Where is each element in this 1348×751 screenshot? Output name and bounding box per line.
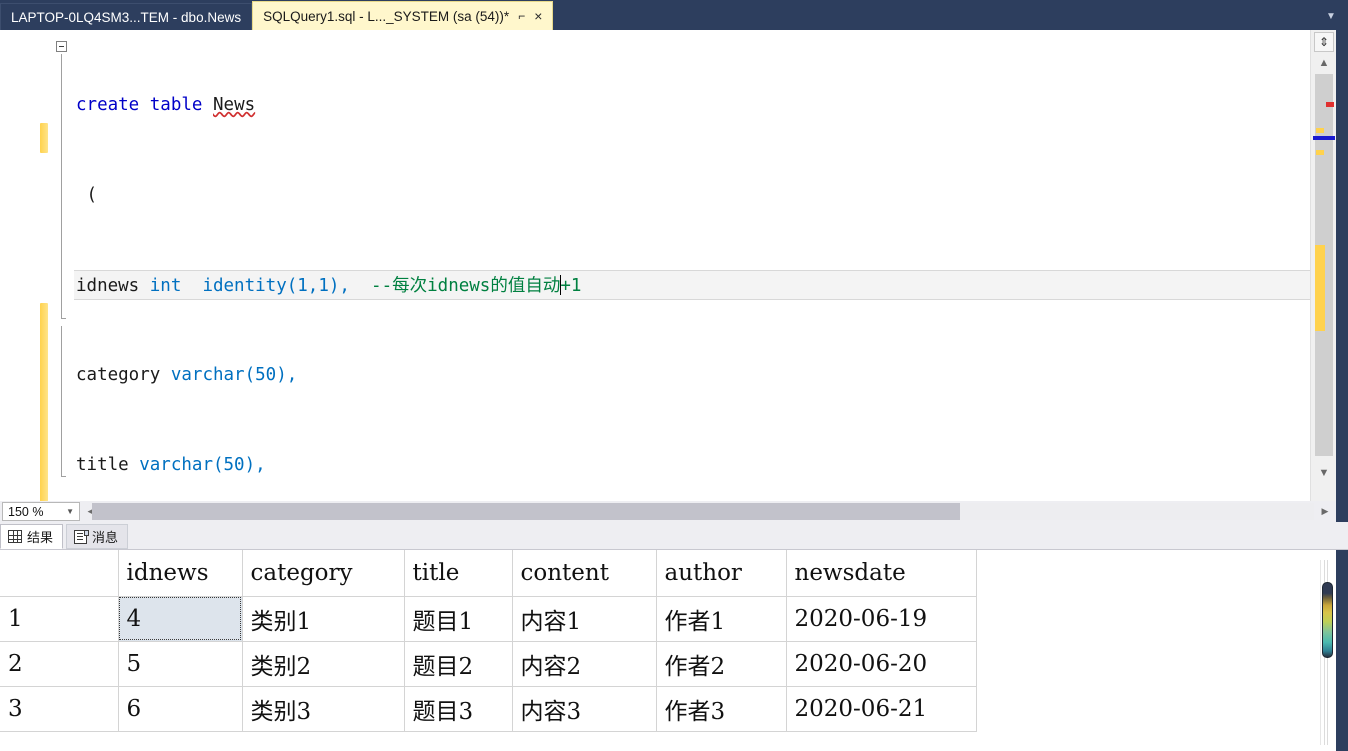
token-comment: --每次idnews的值自动 [371,276,561,296]
outline-foot [61,476,66,477]
tab-messages[interactable]: 消息 [66,524,129,549]
results-table: idnews category title content author new… [0,550,977,732]
token-table-name: News [213,95,256,115]
chevron-down-icon[interactable]: ▼ [1314,3,1348,30]
column-header-author[interactable]: author [656,550,787,597]
results-scroll-thumb[interactable] [1322,582,1333,658]
tab-label: SQLQuery1.sql - L..._SYSTEM (sa (54))* [263,8,510,24]
cell-author[interactable]: 作者3 [656,686,787,732]
pin-icon[interactable]: ⌐ [518,10,525,22]
cell-author[interactable]: 作者1 [656,596,787,642]
code-line-current[interactable]: idnews int identity(1,1), --每次idnews的值自动… [74,270,1312,300]
code-line[interactable]: create table News [74,90,1322,120]
token-idnews: idnews [76,276,140,296]
cell-idnews[interactable]: 6 [118,686,243,732]
editor-vertical-scrollbar[interactable]: ⇕ ▲ ▼ [1310,30,1336,501]
outline-foot [61,318,66,319]
grid-icon [8,530,22,543]
column-header-idnews[interactable]: idnews [118,550,243,597]
indicator-margin [0,30,38,501]
row-number[interactable]: 1 [0,596,119,642]
tab-label: 消息 [92,530,119,545]
cell-idnews[interactable]: 5 [118,641,243,687]
cell-title[interactable]: 题目1 [404,596,513,642]
table-row[interactable]: 2 5 类别2 题目2 内容2 作者2 2020-06-20 [0,641,977,687]
cell-newsdate[interactable]: 2020-06-21 [786,686,977,732]
cell-category[interactable]: 类别2 [242,641,405,687]
column-header-content[interactable]: content [512,550,657,597]
token-int: int [149,276,182,296]
outlining-gutter[interactable] [56,30,74,501]
document-tab-strip: LAPTOP-0LQ4SM3...TEM - dbo.News SQLQuery… [0,0,1348,30]
zoom-level-value: 150 % [8,504,44,519]
cell-title[interactable]: 题目2 [404,641,513,687]
table-header-row: idnews category title content author new… [0,550,977,597]
cell-content[interactable]: 内容3 [512,686,657,732]
outline-line [61,54,62,318]
token-identity: identity(1,1), [202,276,350,296]
outline-line [61,326,62,476]
sql-editor[interactable]: create table News ( idnews int identity(… [0,30,1348,513]
row-number[interactable]: 2 [0,641,119,687]
split-view-icon[interactable]: ⇕ [1314,32,1334,52]
tab-label: 结果 [27,530,54,545]
collapse-region-icon[interactable] [56,41,67,52]
error-marker [1326,102,1334,107]
token-paren-open: ( [86,185,98,205]
tab-sqlquery1[interactable]: SQLQuery1.sql - L..._SYSTEM (sa (54))* ⌐… [252,1,554,30]
table-row[interactable]: 3 6 类别3 题目3 内容3 作者3 2020-06-21 [0,686,977,732]
row-number[interactable]: 3 [0,686,119,732]
tab-label: LAPTOP-0LQ4SM3...TEM - dbo.News [11,9,242,25]
code-line[interactable]: title varchar(50), [74,450,1322,480]
scroll-up-icon[interactable]: ▲ [1314,54,1334,72]
close-icon[interactable]: × [534,9,542,23]
column-header-newsdate[interactable]: newsdate [786,550,977,597]
caret-position-marker [1313,136,1335,140]
cell-title[interactable]: 题目3 [404,686,513,732]
tab-dbo-news[interactable]: LAPTOP-0LQ4SM3...TEM - dbo.News [0,3,253,30]
token-title: title [76,455,129,475]
tab-results[interactable]: 结果 [0,524,64,549]
code-line[interactable]: category varchar(50), [74,360,1322,390]
token-table: table [149,95,203,115]
token-varchar: varchar(50), [170,365,298,385]
cell-category[interactable]: 类别3 [242,686,405,732]
change-bar-saved [40,303,48,513]
message-icon [74,529,90,544]
cell-content[interactable]: 内容1 [512,596,657,642]
cell-author[interactable]: 作者2 [656,641,787,687]
horizontal-scroll-thumb[interactable] [92,503,960,520]
change-marker [1316,150,1324,155]
column-header-title[interactable]: title [404,550,513,597]
chevron-down-icon[interactable]: ▼ [66,507,74,516]
code-line[interactable]: ( [74,180,1322,210]
token-varchar: varchar(50), [139,455,266,475]
change-marker [1315,245,1325,331]
token-category: category [76,365,161,385]
change-bar-edited [40,123,48,153]
column-header-category[interactable]: category [242,550,405,597]
results-grid[interactable]: idnews category title content author new… [0,550,1348,751]
scroll-down-icon[interactable]: ▼ [1314,464,1334,482]
code-text-area[interactable]: create table News ( idnews int identity(… [74,30,1322,501]
table-row[interactable]: 1 4 类别1 题目1 内容1 作者1 2020-06-19 [0,596,977,642]
change-marker [1316,128,1324,133]
zoom-level-dropdown[interactable]: 150 % ▼ [2,502,80,521]
column-header-rownum[interactable] [0,550,119,597]
editor-status-row: 150 % ▼ ◀ ▶ [0,501,1348,522]
cell-newsdate[interactable]: 2020-06-19 [786,596,977,642]
cell-newsdate[interactable]: 2020-06-20 [786,641,977,687]
cell-idnews[interactable]: 4 [118,596,243,642]
scroll-right-icon[interactable]: ▶ [1318,504,1332,519]
token-create: create [76,95,140,115]
cell-content[interactable]: 内容2 [512,641,657,687]
results-vertical-scrollbar[interactable] [1320,560,1334,745]
cell-category[interactable]: 类别1 [242,596,405,642]
results-tab-strip: 结果 消息 [0,522,1348,550]
ssms-window: LAPTOP-0LQ4SM3...TEM - dbo.News SQLQuery… [0,0,1348,751]
token-comment-tail: +1 [560,276,582,296]
